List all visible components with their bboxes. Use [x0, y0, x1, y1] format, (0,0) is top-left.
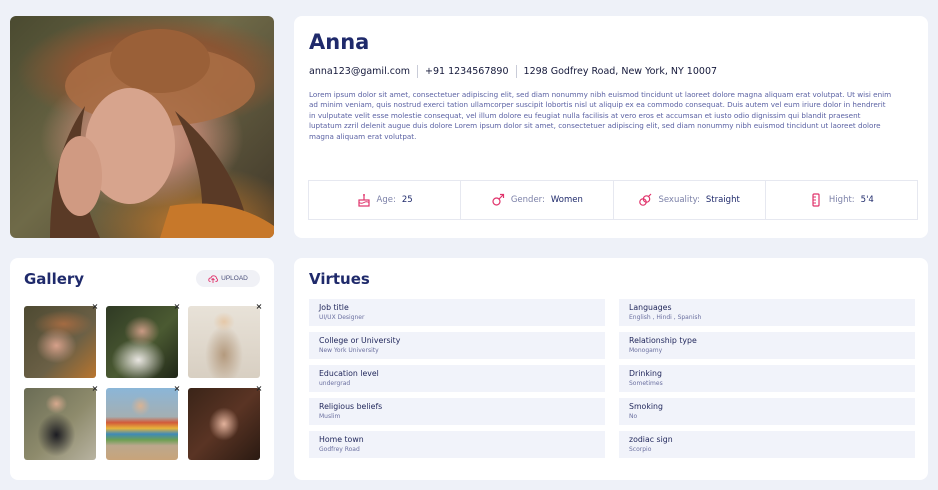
virtues-card: Virtues Job title UI/UX Designer College … — [294, 258, 928, 480]
stat-height: Hight: 5'4 — [766, 181, 917, 219]
stat-label: Hight: — [828, 195, 855, 205]
virtue-label: Job title — [319, 303, 349, 312]
address-text: 1298 Godfrey Road, New York, NY 10007 — [523, 66, 718, 77]
gallery-title: Gallery — [24, 270, 85, 288]
contact-row: anna123@gamil.com +91 1234567890 1298 Go… — [309, 65, 717, 78]
gallery-card: Gallery UPLOAD × × × × × × — [10, 258, 274, 480]
upload-label: UPLOAD — [221, 275, 248, 282]
virtue-item: Education level undergrad — [309, 365, 605, 392]
email-text[interactable]: anna123@gamil.com — [309, 66, 410, 77]
divider — [417, 65, 419, 78]
stat-gender: Gender: Women — [461, 181, 614, 219]
virtue-value: undergrad — [319, 380, 351, 387]
virtue-value: Godfrey Road — [319, 446, 360, 453]
remove-photo-button[interactable]: × — [172, 302, 182, 312]
stat-value: 25 — [401, 195, 413, 205]
virtue-value: Scorpio — [629, 446, 652, 453]
stat-value: Women — [550, 195, 583, 205]
virtues-left-column: Job title UI/UX Designer College or Unive… — [309, 299, 605, 464]
virtue-item: College or University New York University — [309, 332, 605, 359]
virtue-item: Home town Godfrey Road — [309, 431, 605, 458]
bio-text: Lorem ipsum dolor sit amet, consectetuer… — [309, 90, 892, 141]
virtue-label: Languages — [629, 303, 672, 312]
gallery-photo[interactable] — [106, 388, 178, 460]
remove-photo-button[interactable]: × — [90, 384, 100, 394]
virtue-item: Languages English , Hindi , Spanish — [619, 299, 915, 326]
virtue-value: No — [629, 413, 638, 420]
profile-photo-illustration — [50, 29, 274, 238]
virtue-label: Smoking — [629, 402, 663, 411]
virtue-label: Religious beliefs — [319, 402, 383, 411]
remove-photo-button[interactable]: × — [172, 384, 182, 394]
virtue-label: zodiac sign — [629, 435, 673, 444]
divider — [515, 65, 517, 78]
virtue-item: Smoking No — [619, 398, 915, 425]
virtue-value: Sometimes — [629, 380, 663, 387]
virtue-item: Religious beliefs Muslim — [309, 398, 605, 425]
stat-label: Age: — [376, 195, 396, 205]
gallery-photo[interactable] — [24, 306, 96, 378]
virtue-item: Job title UI/UX Designer — [309, 299, 605, 326]
virtues-right-column: Languages English , Hindi , Spanish Relat… — [619, 299, 915, 464]
remove-photo-button[interactable]: × — [90, 302, 100, 312]
profile-photo — [10, 16, 274, 238]
virtue-value: Monogamy — [629, 347, 663, 354]
stats-bar: Age: 25 Gender: Women Sexuality: Straigh… — [308, 180, 918, 220]
gallery-photo[interactable] — [106, 306, 178, 378]
virtue-item: Relationship type Monogamy — [619, 332, 915, 359]
ruler-icon — [812, 193, 820, 207]
virtue-value: New York University — [319, 347, 379, 354]
stat-value: 5'4 — [860, 195, 874, 205]
profile-info-card: Anna anna123@gamil.com +91 1234567890 12… — [294, 16, 928, 238]
virtue-label: Drinking — [629, 369, 662, 378]
virtue-item: zodiac sign Scorpio — [619, 431, 915, 458]
virtue-value: Muslim — [319, 413, 341, 420]
gallery-photo[interactable] — [188, 306, 260, 378]
phone-text[interactable]: +91 1234567890 — [425, 66, 509, 77]
virtue-label: Home town — [319, 435, 364, 444]
cake-icon — [357, 194, 370, 207]
virtue-label: Relationship type — [629, 336, 697, 345]
stat-label: Sexuality: — [658, 195, 700, 205]
upload-button[interactable]: UPLOAD — [196, 270, 260, 287]
cloud-upload-icon — [208, 274, 219, 283]
remove-photo-button[interactable]: × — [254, 302, 264, 312]
virtue-label: Education level — [319, 369, 379, 378]
virtues-title: Virtues — [309, 270, 370, 288]
gallery-photo[interactable] — [24, 388, 96, 460]
stat-label: Gender: — [510, 195, 545, 205]
virtue-value: UI/UX Designer — [319, 314, 365, 321]
stat-age: Age: 25 — [309, 181, 462, 219]
stat-value: Straight — [705, 195, 740, 205]
sexuality-icon — [639, 193, 652, 206]
virtue-value: English , Hindi , Spanish — [629, 314, 702, 321]
stat-sexuality: Sexuality: Straight — [614, 181, 766, 219]
gender-icon — [492, 193, 504, 206]
remove-photo-button[interactable]: × — [254, 384, 264, 394]
gallery-photo[interactable] — [188, 388, 260, 460]
virtue-item: Drinking Sometimes — [619, 365, 915, 392]
virtue-label: College or University — [319, 336, 401, 345]
profile-name: Anna — [309, 30, 370, 54]
